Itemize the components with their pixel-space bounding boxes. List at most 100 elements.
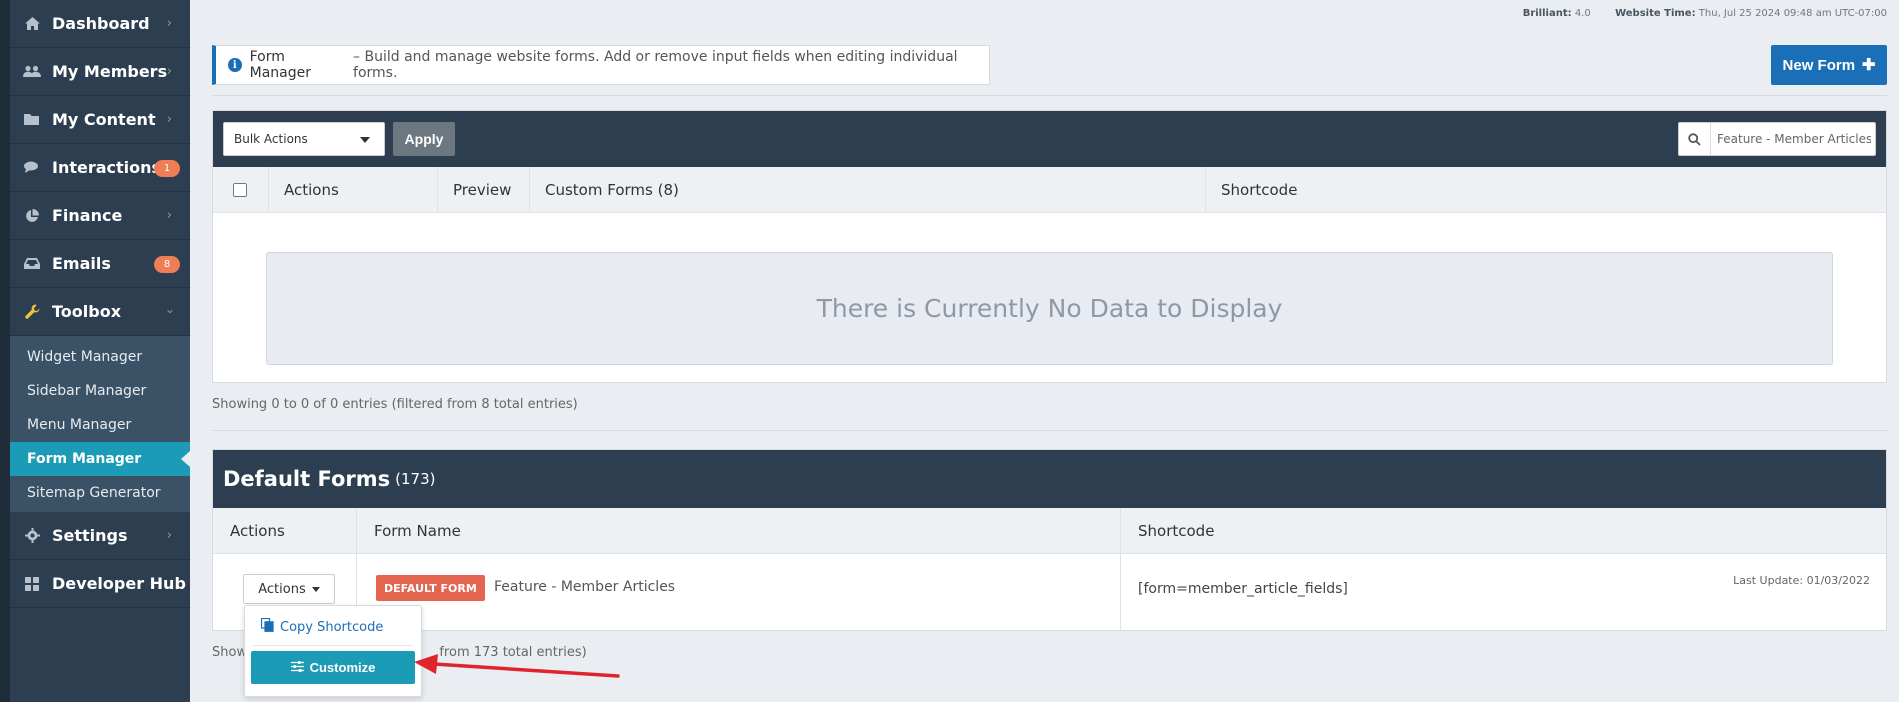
inbox-icon bbox=[22, 256, 42, 272]
submenu-item-sitemap-generator[interactable]: Sitemap Generator bbox=[10, 476, 190, 510]
caret-down-icon bbox=[360, 137, 370, 143]
column-header-shortcode[interactable]: Shortcode bbox=[1206, 167, 1886, 212]
form-shortcode: [form=member_article_fields] bbox=[1138, 581, 1348, 597]
site-info-bar: Brilliant: 4.0 Website Time: Thu, Jul 25… bbox=[1523, 8, 1887, 19]
website-time-value: Thu, Jul 25 2024 09:48 am UTC-07:00 bbox=[1698, 8, 1887, 19]
grid-icon bbox=[22, 576, 42, 592]
info-icon: i bbox=[228, 58, 242, 72]
table-toolbar: Bulk Actions Apply bbox=[213, 111, 1886, 167]
gear-icon bbox=[22, 528, 42, 544]
chevron-right-icon: › bbox=[166, 64, 172, 79]
notification-badge: 1 bbox=[154, 160, 180, 177]
search-box bbox=[1678, 122, 1876, 156]
divider bbox=[212, 430, 1887, 431]
sidebar: Dashboard › My Members › My Content › In… bbox=[10, 0, 190, 702]
table-header: Actions Form Name Shortcode bbox=[213, 508, 1886, 554]
section-title: Default Forms bbox=[223, 467, 391, 491]
pie-chart-icon bbox=[22, 208, 42, 224]
notice-text: – Build and manage website forms. Add or… bbox=[353, 49, 958, 81]
sidebar-item-dashboard[interactable]: Dashboard › bbox=[10, 0, 190, 48]
sidebar-item-label: Finance bbox=[52, 206, 123, 225]
customize-button[interactable]: Customize bbox=[251, 651, 415, 684]
empty-state-message: There is Currently No Data to Display bbox=[266, 252, 1833, 365]
wrench-icon bbox=[22, 304, 42, 320]
brilliant-label: Brilliant: bbox=[1522, 8, 1572, 19]
default-forms-header: Default Forms (173) bbox=[213, 450, 1886, 508]
row-actions-dropdown: Copy Shortcode Customize bbox=[244, 605, 422, 697]
folder-icon bbox=[22, 112, 42, 128]
column-header-form-name[interactable]: Form Name bbox=[357, 508, 1121, 553]
chevron-right-icon: › bbox=[166, 112, 172, 127]
sidebar-item-label: My Content bbox=[52, 110, 156, 129]
sidebar-item-my-members[interactable]: My Members › bbox=[10, 48, 190, 96]
column-header-custom-forms[interactable]: Custom Forms (8) bbox=[530, 167, 1206, 212]
home-icon bbox=[22, 16, 42, 32]
sidebar-item-label: Settings bbox=[52, 526, 128, 545]
sidebar-item-settings[interactable]: Settings › bbox=[10, 512, 190, 560]
notice-title: Form Manager bbox=[249, 49, 311, 81]
copy-icon bbox=[260, 617, 274, 636]
chevron-right-icon: › bbox=[166, 16, 172, 31]
toolbox-submenu: Widget Manager Sidebar Manager Menu Mana… bbox=[10, 336, 190, 512]
bulk-actions-value: Bulk Actions bbox=[234, 132, 308, 146]
column-header-actions[interactable]: Actions bbox=[269, 167, 438, 212]
chevron-right-icon: › bbox=[166, 208, 172, 223]
section-count: (173) bbox=[395, 470, 436, 488]
table-header: Actions Preview Custom Forms (8) Shortco… bbox=[213, 167, 1886, 213]
submenu-item-form-manager[interactable]: Form Manager bbox=[10, 442, 190, 476]
sliders-icon bbox=[290, 660, 304, 675]
sidebar-item-label: Dashboard bbox=[52, 14, 150, 33]
bulk-actions-select[interactable]: Bulk Actions bbox=[223, 122, 385, 156]
search-icon bbox=[1679, 123, 1711, 155]
notification-badge: 8 bbox=[154, 256, 180, 273]
apply-button[interactable]: Apply bbox=[393, 122, 455, 156]
sidebar-item-label: Interactions bbox=[52, 158, 162, 177]
customize-label: Customize bbox=[309, 660, 376, 675]
chevron-down-icon: › bbox=[161, 308, 177, 315]
plus-icon: ✚ bbox=[1862, 57, 1876, 74]
submenu-item-sidebar-manager[interactable]: Sidebar Manager bbox=[10, 374, 190, 408]
submenu-item-widget-manager[interactable]: Widget Manager bbox=[10, 340, 190, 374]
sidebar-item-label: Emails bbox=[52, 254, 111, 273]
sidebar-item-developer-hub[interactable]: Developer Hub bbox=[10, 560, 190, 608]
left-edge-strip bbox=[0, 0, 10, 702]
sidebar-item-label: Toolbox bbox=[52, 302, 122, 321]
users-icon bbox=[22, 64, 42, 80]
sidebar-item-label: Developer Hub bbox=[52, 574, 186, 593]
brilliant-version: 4.0 bbox=[1574, 8, 1591, 19]
caret-down-icon bbox=[311, 586, 320, 592]
sidebar-item-toolbox[interactable]: Toolbox › bbox=[10, 288, 190, 336]
sidebar-item-interactions[interactable]: Interactions 1 bbox=[10, 144, 190, 192]
form-name-cell: DEFAULT FORM Feature - Member Articles bbox=[357, 554, 1121, 631]
shortcode-cell: [form=member_article_fields] Last Update… bbox=[1121, 554, 1886, 631]
row-actions-label: Actions bbox=[258, 581, 306, 597]
submenu-item-menu-manager[interactable]: Menu Manager bbox=[10, 408, 190, 442]
sidebar-item-finance[interactable]: Finance › bbox=[10, 192, 190, 240]
select-all-checkbox[interactable] bbox=[233, 182, 247, 197]
column-header-shortcode[interactable]: Shortcode bbox=[1121, 508, 1886, 553]
column-header-preview[interactable]: Preview bbox=[438, 167, 530, 212]
copy-shortcode-label: Copy Shortcode bbox=[280, 619, 384, 635]
search-input[interactable] bbox=[1711, 124, 1871, 154]
default-forms-panel: Default Forms (173) Actions Form Name Sh… bbox=[212, 449, 1887, 631]
main-content: Brilliant: 4.0 Website Time: Thu, Jul 25… bbox=[190, 0, 1899, 702]
sidebar-item-emails[interactable]: Emails 8 bbox=[10, 240, 190, 288]
table-row: Actions DEFAULT FORM Feature - Member Ar… bbox=[213, 554, 1886, 631]
default-form-tag: DEFAULT FORM bbox=[376, 575, 485, 601]
column-header-actions[interactable]: Actions bbox=[213, 508, 357, 553]
entries-info: Showing 0 to 0 of 0 entries (filtered fr… bbox=[212, 397, 578, 412]
annotation-arrow bbox=[414, 654, 620, 678]
custom-forms-panel: Bulk Actions Apply Actions Preview Custo… bbox=[212, 110, 1887, 383]
row-actions-button[interactable]: Actions bbox=[243, 574, 335, 604]
divider bbox=[212, 95, 1887, 96]
form-name: Feature - Member Articles bbox=[494, 579, 676, 595]
sidebar-item-label: My Members bbox=[52, 62, 168, 81]
dropdown-divider bbox=[253, 645, 413, 646]
comments-icon bbox=[22, 160, 42, 176]
last-update: Last Update: 01/03/2022 bbox=[1733, 574, 1870, 587]
chevron-right-icon: › bbox=[166, 528, 172, 543]
sidebar-item-my-content[interactable]: My Content › bbox=[10, 96, 190, 144]
new-form-button[interactable]: New Form ✚ bbox=[1771, 45, 1887, 85]
select-all-cell bbox=[213, 167, 269, 212]
copy-shortcode-link[interactable]: Copy Shortcode bbox=[260, 617, 384, 636]
